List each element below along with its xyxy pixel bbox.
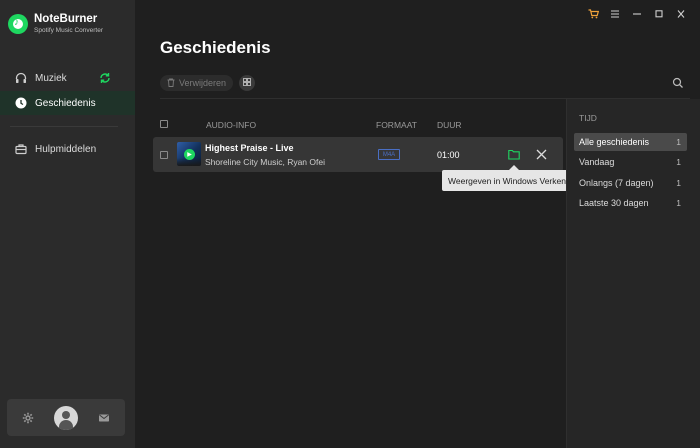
table-header: AUDIO-INFO FORMAAT DUUR bbox=[160, 116, 560, 132]
delete-button[interactable]: Verwijderen bbox=[160, 75, 234, 91]
mail-icon[interactable] bbox=[97, 411, 111, 425]
sidebar-bottom-bar bbox=[7, 399, 125, 436]
avatar[interactable] bbox=[54, 405, 78, 430]
grid-icon bbox=[243, 77, 251, 89]
filter-recent-7-days[interactable]: Onlangs (7 dagen) 1 bbox=[574, 174, 687, 192]
time-filter-panel: TIJD Alle geschiedenis 1 Vandaag 1 Onlan… bbox=[566, 99, 700, 448]
remove-icon[interactable] bbox=[536, 149, 547, 160]
filter-heading: TIJD bbox=[579, 113, 597, 123]
filter-count: 1 bbox=[676, 198, 681, 208]
format-badge: M4A bbox=[378, 149, 400, 160]
sidebar-item-label: Hulpmiddelen bbox=[35, 143, 97, 155]
filter-label: Onlangs (7 dagen) bbox=[579, 178, 654, 188]
menu-icon[interactable] bbox=[604, 7, 626, 21]
delete-button-label: Verwijderen bbox=[179, 78, 227, 88]
sidebar-item-hulpmiddelen[interactable]: Hulpmiddelen bbox=[0, 137, 135, 161]
filter-today[interactable]: Vandaag 1 bbox=[574, 153, 687, 171]
sidebar-item-label: Muziek bbox=[35, 72, 67, 84]
sidebar-item-geschiedenis[interactable]: Geschiedenis bbox=[0, 91, 135, 115]
filter-last-30-days[interactable]: Laatste 30 dagen 1 bbox=[574, 194, 687, 212]
gear-icon[interactable] bbox=[21, 411, 35, 425]
clock-icon bbox=[15, 97, 27, 109]
close-window-icon[interactable] bbox=[670, 7, 692, 21]
cart-icon[interactable] bbox=[582, 7, 604, 21]
sidebar: NoteBurner Spotify Music Converter Muzie… bbox=[0, 0, 135, 448]
table-row[interactable]: ▶ Highest Praise - Live Shoreline City M… bbox=[153, 137, 563, 172]
track-title: Highest Praise - Live bbox=[205, 143, 294, 153]
app-subtitle: Spotify Music Converter bbox=[34, 27, 103, 34]
filter-label: Vandaag bbox=[579, 157, 615, 167]
filter-count: 1 bbox=[676, 137, 681, 147]
filter-count: 1 bbox=[676, 157, 681, 167]
sidebar-item-label: Geschiedenis bbox=[35, 97, 96, 109]
track-artist: Shoreline City Music, Ryan Ofei bbox=[205, 157, 325, 167]
brand: NoteBurner Spotify Music Converter bbox=[8, 12, 103, 36]
noteburner-logo-icon bbox=[8, 14, 28, 34]
filter-all-history[interactable]: Alle geschiedenis 1 bbox=[574, 133, 687, 151]
folder-icon[interactable] bbox=[508, 149, 520, 160]
headphones-icon bbox=[15, 72, 27, 84]
filter-count: 1 bbox=[676, 178, 681, 188]
search-icon[interactable] bbox=[672, 77, 684, 89]
window-controls bbox=[582, 7, 692, 21]
maximize-icon[interactable] bbox=[648, 7, 670, 21]
toolbar: Verwijderen bbox=[160, 75, 256, 91]
select-all-checkbox[interactable] bbox=[160, 120, 168, 128]
tooltip: Weergeven in Windows Verkenner bbox=[442, 165, 585, 191]
page-title: Geschiedenis bbox=[160, 38, 271, 57]
filter-label: Alle geschiedenis bbox=[579, 137, 650, 147]
filter-label: Laatste 30 dagen bbox=[579, 198, 649, 208]
row-checkbox[interactable] bbox=[160, 151, 168, 159]
track-duration: 01:00 bbox=[437, 150, 460, 160]
header-audio-info: AUDIO-INFO bbox=[206, 120, 257, 130]
play-icon[interactable]: ▶ bbox=[184, 149, 195, 160]
header-format: FORMAAT bbox=[376, 120, 417, 130]
trash-icon bbox=[167, 78, 175, 89]
sync-icon[interactable] bbox=[99, 72, 111, 84]
minimize-icon[interactable] bbox=[626, 7, 648, 21]
app-name: NoteBurner bbox=[34, 13, 98, 25]
grid-view-button[interactable] bbox=[239, 75, 256, 91]
sidebar-divider bbox=[10, 126, 118, 127]
header-duration: DUUR bbox=[437, 120, 462, 130]
sidebar-item-muziek[interactable]: Muziek bbox=[0, 66, 135, 90]
toolbox-icon bbox=[15, 143, 27, 155]
